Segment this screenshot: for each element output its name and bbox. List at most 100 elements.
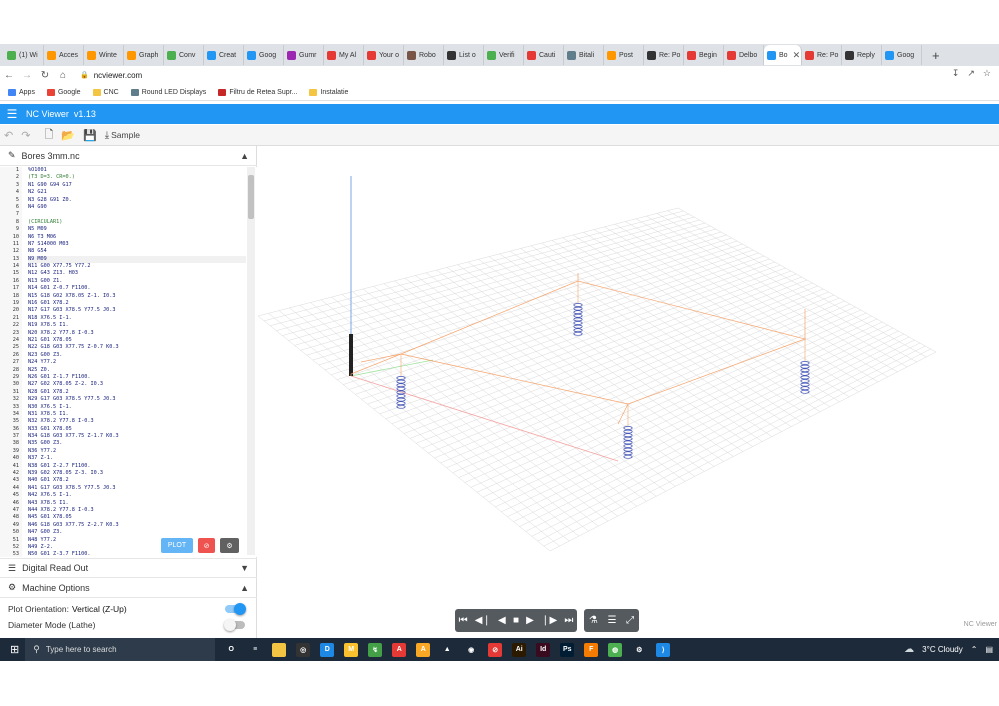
settings-icon[interactable]: ⚙	[220, 538, 239, 553]
code-line[interactable]: %O1001	[28, 167, 246, 174]
code-line[interactable]: N17 G17 G03 X78.5 Y77.5 J0.3	[28, 307, 246, 314]
browser-tab[interactable]: Creat	[204, 45, 244, 65]
browser-tab[interactable]: Re: Po	[644, 45, 684, 65]
plot-button[interactable]: PLOT	[161, 538, 193, 553]
bookmark-item[interactable]: Apps	[8, 89, 35, 96]
stop-icon[interactable]: ⊘	[198, 538, 215, 553]
url-field[interactable]: 🔒 ncviewer.com	[80, 71, 142, 80]
step-back-icon[interactable]: ◀❘	[475, 615, 491, 626]
back-icon[interactable]: ←	[0, 70, 18, 81]
share-icon[interactable]: ↗	[967, 68, 975, 79]
code-line[interactable]: N19 X78.5 I1.	[28, 322, 246, 329]
browser-tab[interactable]: My Al	[324, 45, 364, 65]
browser-tab[interactable]: Gumr	[284, 45, 324, 65]
code-line[interactable]: N12 G43 Z13. H03	[28, 270, 246, 277]
code-line[interactable]: N9 M09	[28, 255, 246, 264]
chevron-down-icon[interactable]: ▼	[240, 563, 249, 573]
code-line[interactable]: N7 S14000 M03	[28, 241, 246, 248]
code-line[interactable]: N34 G18 G03 X77.75 Z-1.7 K0.3	[28, 433, 246, 440]
code-line[interactable]: N36 Y77.2	[28, 448, 246, 455]
code-line[interactable]: N31 X78.5 I1.	[28, 411, 246, 418]
code-line[interactable]: N25 Z0.	[28, 367, 246, 374]
code-line[interactable]: N22 G18 G03 X77.75 Z-0.7 K0.3	[28, 344, 246, 351]
step-forward-icon[interactable]: ❘▶	[541, 615, 557, 626]
flask-icon[interactable]: ⚗	[589, 615, 598, 626]
code-line[interactable]: (T3 D=3. CR=0.)	[28, 174, 246, 181]
browser-tab[interactable]: Re: Po	[802, 45, 842, 65]
app-icon-8[interactable]: ◉	[464, 642, 479, 657]
close-tab-icon[interactable]: ✕	[793, 50, 801, 61]
browser-tab[interactable]: Post	[604, 45, 644, 65]
browser-tab[interactable]: Bitali	[564, 45, 604, 65]
bookmark-item[interactable]: Instalatie	[309, 89, 348, 96]
app-icon-6[interactable]: A	[416, 642, 431, 657]
code-line[interactable]: N13 G00 Z1.	[28, 278, 246, 285]
app-icon-3[interactable]: M	[344, 642, 359, 657]
browser-tab[interactable]: Cauti	[524, 45, 564, 65]
reload-icon[interactable]: ↻	[36, 70, 54, 81]
code-line[interactable]: N45 G01 X78.05	[28, 514, 246, 521]
code-line[interactable]: N35 G00 Z3.	[28, 440, 246, 447]
browser-tab[interactable]: List o	[444, 45, 484, 65]
toolpath-plot[interactable]	[258, 146, 999, 638]
browser-tab[interactable]: Bo ✕	[764, 45, 802, 65]
code-line[interactable]: (CIRCULAR1)	[28, 219, 246, 226]
bookmark-item[interactable]: Google	[46, 89, 81, 96]
code-line[interactable]: N21 G01 X78.05	[28, 337, 246, 344]
code-line[interactable]: N30 X76.5 I-1.	[28, 404, 246, 411]
new-tab-icon[interactable]: +	[932, 48, 940, 63]
save-icon[interactable]: 💾	[83, 129, 97, 142]
editor-scrollbar[interactable]	[247, 167, 255, 555]
new-file-icon[interactable]: 🗋	[44, 126, 53, 145]
play-reverse-icon[interactable]: ◀	[498, 615, 506, 626]
play-icon[interactable]: ▶	[526, 615, 534, 626]
home-icon[interactable]: ⌂	[54, 70, 72, 81]
settings-icon[interactable]: ⚙	[632, 643, 646, 657]
browser-tab[interactable]: Begin	[684, 45, 724, 65]
browser-tab[interactable]: Robo	[404, 45, 444, 65]
code-line[interactable]: N43 X78.5 I1.	[28, 500, 246, 507]
scrollbar-thumb[interactable]	[248, 175, 254, 219]
chevron-up-icon[interactable]: ▲	[240, 583, 249, 593]
forward-icon[interactable]: →	[18, 70, 36, 81]
browser-tab[interactable]: Goog	[244, 45, 284, 65]
expand-icon[interactable]: ⤢	[626, 615, 634, 626]
skip-to-end-icon[interactable]: ⏭	[564, 615, 573, 626]
code-editor[interactable]: 1 2 3 4 5 6 7 8 9 10 11 12 13 14 15 16 17 18 19 20 21 22 23 24 2…	[0, 167, 257, 557]
code-lines[interactable]: %O1001 (T3 D=3. CR=0.) N1 G90 G94 G17 N2 G2…	[28, 167, 246, 557]
browser-tab[interactable]: Winte	[84, 45, 124, 65]
code-line[interactable]: N41 G17 G03 X78.5 Y77.5 J0.3	[28, 485, 246, 492]
browser-tab[interactable]: Goog	[882, 45, 922, 65]
install-icon[interactable]: ↧	[952, 68, 960, 79]
code-line[interactable]: N15 G18 G02 X78.05 Z-1. I0.3	[28, 293, 246, 300]
bookmark-item[interactable]: Round LED Displays	[130, 89, 206, 96]
code-line[interactable]: N8 G54	[28, 248, 246, 255]
menu-icon[interactable]: ☰	[0, 107, 24, 121]
code-line[interactable]: N46 G18 G03 X77.75 Z-2.7 K0.3	[28, 522, 246, 529]
app-icon-7[interactable]: ▲	[440, 642, 455, 657]
3d-viewport[interactable]: NC Viewer	[258, 146, 999, 638]
code-line[interactable]: N42 X76.5 I-1.	[28, 492, 246, 499]
code-line[interactable]: N33 G01 X78.05	[28, 426, 246, 433]
browser-tab[interactable]: Verifi	[484, 45, 524, 65]
task-view-icon[interactable]: O	[224, 643, 238, 657]
network-icon[interactable]: ▤	[985, 645, 993, 654]
skip-to-start-icon[interactable]: ⏮	[459, 615, 468, 626]
code-line[interactable]: N2 G21	[28, 189, 246, 196]
browser-tab[interactable]: Acces	[44, 45, 84, 65]
code-line[interactable]: N39 G02 X78.05 Z-3. I0.3	[28, 470, 246, 477]
widgets-icon[interactable]: ≡	[248, 643, 262, 657]
stop-icon[interactable]: ■	[513, 615, 519, 626]
code-line[interactable]	[28, 211, 246, 218]
code-line[interactable]: N40 G01 X78.2	[28, 477, 246, 484]
code-line[interactable]: N26 G01 Z-1.7 F1100.	[28, 374, 246, 381]
code-line[interactable]: N27 G02 X78.05 Z-2. I0.3	[28, 381, 246, 388]
taskbar-search[interactable]: ⚲ Type here to search	[25, 638, 216, 661]
chevron-up-icon[interactable]: ▲	[240, 151, 249, 161]
code-line[interactable]: N14 G01 Z-0.7 F1100.	[28, 285, 246, 292]
file-explorer-icon[interactable]	[272, 642, 287, 657]
photoshop-icon[interactable]: Ps	[560, 642, 575, 657]
browser-tab[interactable]: Conv	[164, 45, 204, 65]
browser-tab[interactable]: (1) Wi	[4, 45, 44, 65]
bookmark-item[interactable]: CNC	[92, 89, 119, 96]
